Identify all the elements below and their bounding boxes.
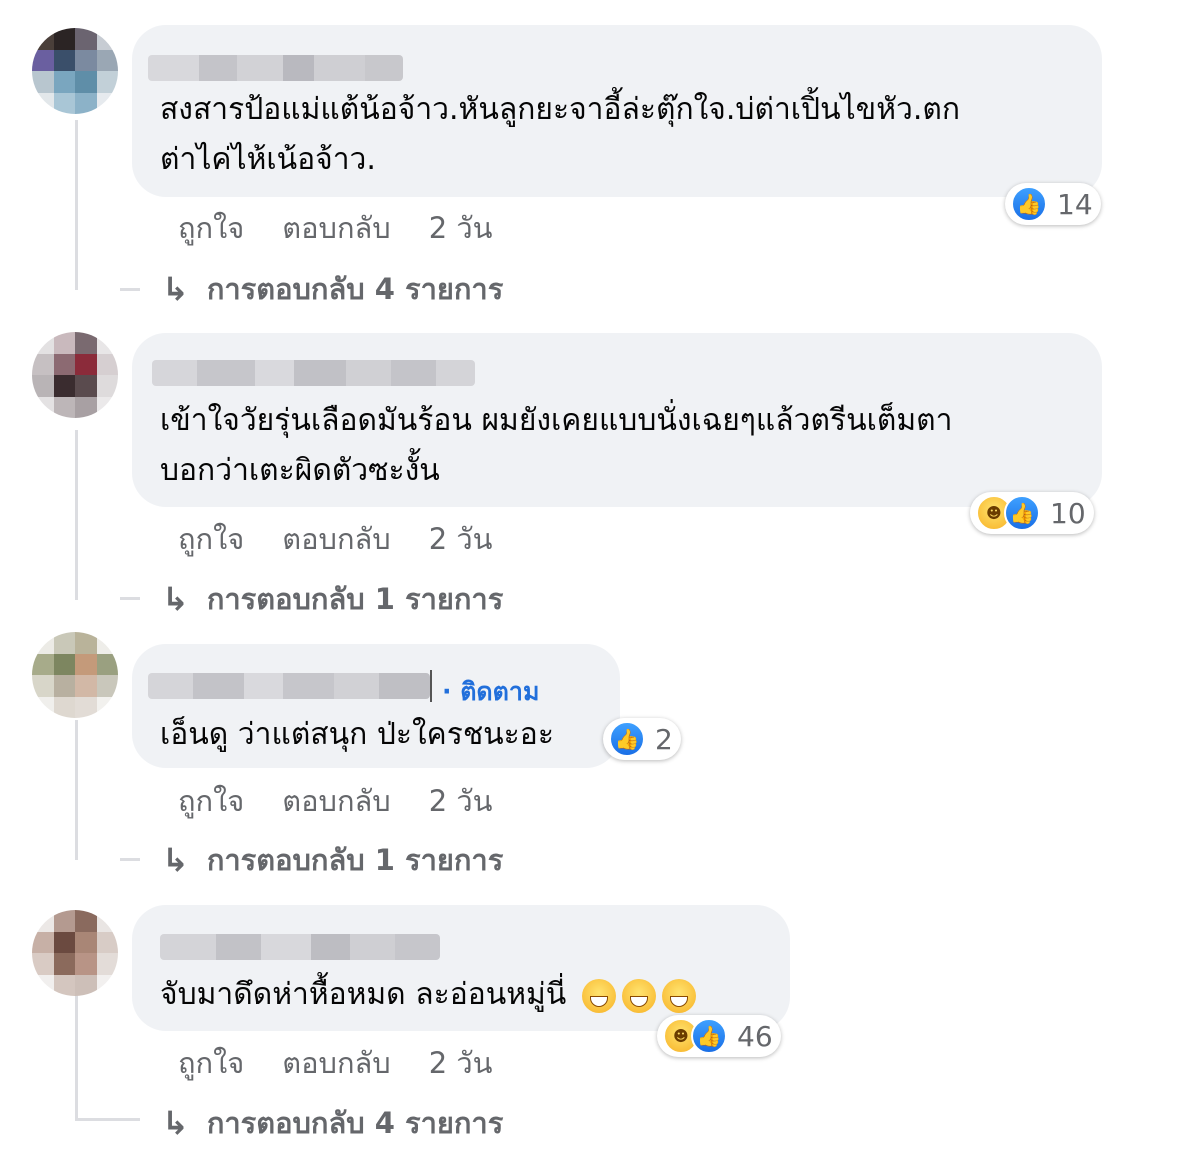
reaction-count: 10 — [1050, 496, 1086, 530]
like-icon: 👍 — [691, 1018, 727, 1054]
reply-arrow-icon: ↳ — [162, 1104, 189, 1142]
like-icon: 👍 — [1004, 495, 1040, 531]
replies-label: การตอบกลับ 1 รายการ — [206, 582, 504, 616]
comment-actions: ถูกใจ ตอบกลับ 2 วัน — [178, 1040, 492, 1086]
like-icon: 👍 — [1011, 186, 1047, 222]
comment-text: จับมาดึดห่าหื้อหมด ละอ่อนหมู่นี่ — [160, 970, 697, 1020]
reaction-count: 46 — [737, 1019, 773, 1053]
grin-emoji — [622, 978, 657, 1013]
view-replies-link[interactable]: ↳ การตอบกลับ 4 รายการ — [162, 266, 503, 312]
timestamp[interactable]: 2 วัน — [429, 1040, 493, 1086]
reply-arrow-icon: ↳ — [162, 841, 189, 879]
thread-branch — [120, 858, 140, 861]
like-button[interactable]: ถูกใจ — [178, 205, 244, 251]
avatar[interactable] — [32, 28, 118, 114]
author-name[interactable] — [152, 360, 475, 386]
reaction-count: 2 — [655, 722, 673, 756]
replies-label: การตอบกลับ 4 รายการ — [206, 1106, 504, 1140]
view-replies-link[interactable]: ↳ การตอบกลับ 4 รายการ — [162, 1100, 503, 1146]
comment-text: สงสารป้อแม่แต้น้อจ้าว.หันลูกยะจาอี้ล่ะตุ… — [160, 92, 960, 177]
author-name[interactable] — [148, 673, 430, 699]
thread-line — [75, 430, 78, 600]
name-divider — [430, 670, 432, 702]
reaction-summary[interactable]: ☻ 👍 10 — [970, 492, 1094, 534]
author-name[interactable] — [148, 55, 403, 81]
comment-actions: ถูกใจ ตอบกลับ 2 วัน — [178, 778, 492, 824]
reply-button[interactable]: ตอบกลับ — [282, 516, 390, 562]
comment-actions: ถูกใจ ตอบกลับ 2 วัน — [178, 516, 492, 562]
reaction-summary[interactable]: ☻ 👍 46 — [657, 1015, 781, 1057]
timestamp[interactable]: 2 วัน — [429, 205, 493, 251]
thread-line — [75, 990, 78, 1120]
grin-emoji — [582, 978, 617, 1013]
thread-branch — [120, 288, 140, 291]
avatar[interactable] — [32, 632, 118, 718]
reaction-summary[interactable]: 👍 14 — [1005, 183, 1101, 225]
author-name[interactable] — [160, 934, 440, 960]
reply-button[interactable]: ตอบกลับ — [282, 778, 390, 824]
timestamp[interactable]: 2 วัน — [429, 778, 493, 824]
like-icon: 👍 — [609, 721, 645, 757]
comment-text: เอ็นดู ว่าแต่สนุก ป่ะใครชนะอะ — [160, 717, 554, 752]
like-button[interactable]: ถูกใจ — [178, 1040, 244, 1086]
thread-branch — [120, 597, 140, 600]
view-replies-link[interactable]: ↳ การตอบกลับ 1 รายการ — [162, 576, 503, 622]
comment-actions: ถูกใจ ตอบกลับ 2 วัน — [178, 205, 492, 251]
timestamp[interactable]: 2 วัน — [429, 516, 493, 562]
follow-button[interactable]: · ติดตาม — [442, 672, 539, 712]
like-button[interactable]: ถูกใจ — [178, 778, 244, 824]
like-button[interactable]: ถูกใจ — [178, 516, 244, 562]
thread-branch — [75, 1118, 140, 1121]
reaction-summary[interactable]: 👍 2 — [603, 718, 681, 760]
reply-arrow-icon: ↳ — [162, 270, 189, 308]
thread-line — [75, 720, 78, 860]
view-replies-link[interactable]: ↳ การตอบกลับ 1 รายการ — [162, 837, 503, 883]
grin-emoji — [662, 978, 697, 1013]
reaction-count: 14 — [1057, 187, 1093, 221]
reply-button[interactable]: ตอบกลับ — [282, 205, 390, 251]
reply-button[interactable]: ตอบกลับ — [282, 1040, 390, 1086]
replies-label: การตอบกลับ 1 รายการ — [206, 843, 504, 877]
comment-text: เข้าใจวัยรุ่นเลือดมันร้อน ผมยังเคยแบบนั่… — [160, 403, 953, 488]
reply-arrow-icon: ↳ — [162, 580, 189, 618]
avatar[interactable] — [32, 332, 118, 418]
avatar[interactable] — [32, 910, 118, 996]
replies-label: การตอบกลับ 4 รายการ — [206, 272, 504, 306]
thread-line — [75, 120, 78, 290]
